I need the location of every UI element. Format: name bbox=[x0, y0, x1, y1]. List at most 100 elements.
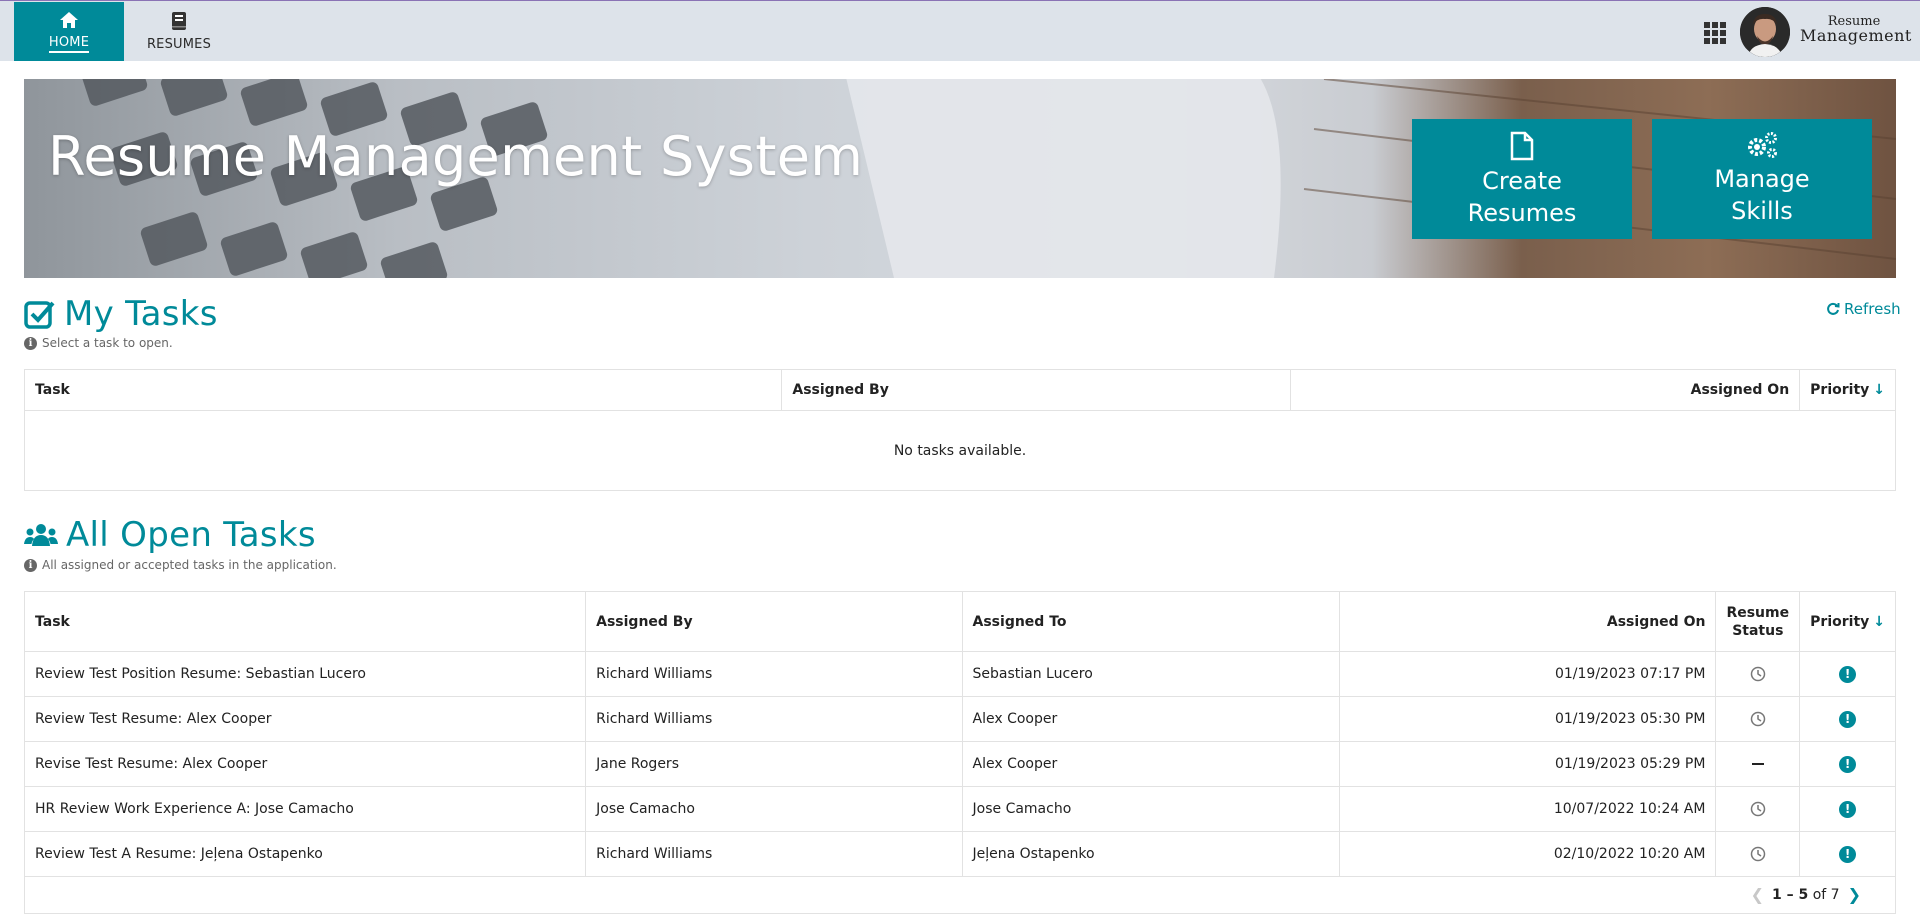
all-open-tasks-hint: i All assigned or accepted tasks in the … bbox=[24, 558, 337, 572]
sort-desc-icon: ↓ bbox=[1873, 613, 1885, 630]
user-avatar[interactable] bbox=[1740, 7, 1790, 57]
cell-assigned-to: Alex Cooper bbox=[961, 741, 1340, 787]
col-priority[interactable]: Priority ↓ bbox=[1799, 591, 1896, 652]
sort-desc-icon: ↓ bbox=[1873, 382, 1885, 398]
priority-high-icon: ! bbox=[1839, 710, 1857, 728]
banner-title: Resume Management System bbox=[48, 125, 864, 188]
manage-skills-button[interactable]: Manage Skills bbox=[1652, 119, 1872, 239]
manage-skills-line1: Manage bbox=[1714, 165, 1810, 193]
cell-task: Revise Test Resume: Alex Cooper bbox=[23, 741, 587, 787]
book-icon bbox=[172, 12, 186, 30]
page-range: 1 – 5 bbox=[1772, 886, 1809, 903]
users-icon bbox=[24, 524, 58, 546]
manage-skills-line2: Skills bbox=[1731, 197, 1793, 225]
file-icon bbox=[1510, 131, 1534, 161]
cell-assigned-by: Richard Williams bbox=[585, 651, 963, 697]
col-resume-status-line2: Status bbox=[1732, 622, 1784, 639]
my-tasks-title: My Tasks bbox=[64, 294, 218, 334]
cell-assigned-to: Alex Cooper bbox=[961, 696, 1340, 742]
cell-task: Review Test Resume: Alex Cooper bbox=[23, 696, 587, 742]
table-row[interactable]: HR Review Work Experience A: Jose Camach… bbox=[23, 786, 1896, 832]
nav-tab-label: HOME bbox=[48, 35, 90, 53]
nav-tab-resumes[interactable]: RESUMES bbox=[124, 2, 234, 61]
app-grid-icon[interactable] bbox=[1703, 21, 1727, 45]
cell-task: Review Test A Resume: Jeļena Ostapenko bbox=[23, 831, 587, 877]
cell-task: Review Test Position Resume: Sebastian L… bbox=[23, 651, 587, 697]
priority-high-icon: ! bbox=[1839, 665, 1857, 683]
refresh-label: Refresh bbox=[1844, 300, 1901, 318]
cell-resume-status bbox=[1715, 741, 1801, 787]
col-task[interactable]: Task bbox=[23, 369, 783, 411]
refresh-button[interactable]: Refresh bbox=[1826, 300, 1901, 318]
info-icon: i bbox=[24, 558, 37, 572]
cell-resume-status bbox=[1715, 651, 1801, 697]
col-assigned-on[interactable]: Assigned On bbox=[1290, 369, 1801, 411]
clock-icon bbox=[1750, 711, 1766, 727]
cell-priority: ! bbox=[1799, 786, 1896, 832]
col-priority-label: Priority bbox=[1810, 613, 1870, 630]
priority-high-icon: ! bbox=[1839, 845, 1857, 863]
previous-page-button[interactable]: ❮ bbox=[1751, 885, 1764, 904]
table-row[interactable]: Review Test A Resume: Jeļena Ostapenko Ri… bbox=[23, 831, 1896, 877]
cell-priority: ! bbox=[1799, 741, 1896, 787]
clock-icon bbox=[1750, 846, 1766, 862]
create-resumes-line2: Resumes bbox=[1467, 199, 1577, 227]
cell-assigned-on: 01/19/2023 05:29 PM bbox=[1338, 741, 1717, 787]
col-task[interactable]: Task bbox=[23, 591, 587, 652]
table-row[interactable]: Revise Test Resume: Alex Cooper Jane Roge… bbox=[23, 741, 1896, 787]
cell-assigned-on: 02/10/2022 10:20 AM bbox=[1338, 831, 1717, 877]
cell-assigned-on: 01/19/2023 05:30 PM bbox=[1338, 696, 1717, 742]
cell-resume-status bbox=[1715, 696, 1801, 742]
cell-resume-status bbox=[1715, 786, 1801, 832]
cell-assigned-by: Jose Camacho bbox=[585, 786, 963, 832]
table-row[interactable]: Review Test Position Resume: Sebastian L… bbox=[23, 651, 1896, 697]
col-assigned-by[interactable]: Assigned By bbox=[781, 369, 1292, 411]
page-total: of 7 bbox=[1812, 886, 1840, 903]
pagination-bar: ❮ 1 – 5 of 7 ❯ bbox=[24, 874, 1896, 914]
gears-icon bbox=[1748, 132, 1777, 158]
cell-assigned-to: Jeļena Ostapenko bbox=[961, 831, 1340, 877]
cell-priority: ! bbox=[1799, 831, 1896, 877]
table-row[interactable]: Review Test Resume: Alex Cooper Richard W… bbox=[23, 696, 1896, 742]
cell-assigned-on: 01/19/2023 07:17 PM bbox=[1338, 651, 1717, 697]
col-assigned-to[interactable]: Assigned To bbox=[961, 591, 1340, 652]
dash-icon bbox=[1751, 763, 1764, 765]
pagination: ❮ 1 – 5 of 7 ❯ bbox=[1743, 885, 1869, 904]
nav-tab-home[interactable]: HOME bbox=[14, 2, 124, 61]
my-tasks-table: Task Assigned By Assigned On Priority ↓ N… bbox=[23, 369, 1896, 491]
next-page-button[interactable]: ❯ bbox=[1848, 885, 1861, 904]
cell-assigned-by: Richard Williams bbox=[585, 831, 963, 877]
home-icon bbox=[60, 11, 78, 28]
clock-icon bbox=[1750, 801, 1766, 817]
clock-icon bbox=[1750, 666, 1766, 682]
cell-assigned-on: 10/07/2022 10:24 AM bbox=[1338, 786, 1717, 832]
nav-tab-label: RESUMES bbox=[146, 37, 212, 52]
priority-high-icon: ! bbox=[1839, 755, 1857, 773]
create-resumes-button[interactable]: Create Resumes bbox=[1412, 119, 1632, 239]
cell-assigned-to: Sebastian Lucero bbox=[961, 651, 1340, 697]
my-tasks-hint: i Select a task to open. bbox=[24, 336, 173, 350]
col-assigned-on[interactable]: Assigned On bbox=[1338, 591, 1717, 652]
cell-assigned-by: Jane Rogers bbox=[585, 741, 963, 787]
col-priority[interactable]: Priority ↓ bbox=[1799, 369, 1896, 411]
create-resumes-line1: Create bbox=[1482, 167, 1562, 195]
user-portrait-icon bbox=[1740, 7, 1790, 57]
cell-priority: ! bbox=[1799, 696, 1896, 742]
cell-assigned-to: Jose Camacho bbox=[961, 786, 1340, 832]
empty-message: No tasks available. bbox=[24, 410, 1896, 491]
top-navigation-bar: HOME RESUMES Resume Management bbox=[0, 0, 1920, 61]
my-tasks-header: My Tasks bbox=[24, 294, 218, 334]
col-assigned-by[interactable]: Assigned By bbox=[585, 591, 963, 652]
refresh-icon bbox=[1827, 302, 1840, 315]
brand-logo: Resume Management bbox=[1800, 15, 1911, 44]
my-tasks-hint-text: Select a task to open. bbox=[42, 336, 173, 350]
priority-high-icon: ! bbox=[1839, 800, 1857, 818]
col-resume-status[interactable]: Resume Status bbox=[1715, 591, 1801, 652]
cell-assigned-by: Richard Williams bbox=[585, 696, 963, 742]
all-open-tasks-header: All Open Tasks bbox=[24, 515, 316, 555]
all-open-tasks-table: Task Assigned By Assigned To Assigned On… bbox=[23, 591, 1896, 877]
cell-priority: ! bbox=[1799, 651, 1896, 697]
cell-resume-status bbox=[1715, 831, 1801, 877]
all-open-tasks-title: All Open Tasks bbox=[66, 515, 316, 555]
all-open-tasks-hint-text: All assigned or accepted tasks in the ap… bbox=[42, 558, 337, 572]
